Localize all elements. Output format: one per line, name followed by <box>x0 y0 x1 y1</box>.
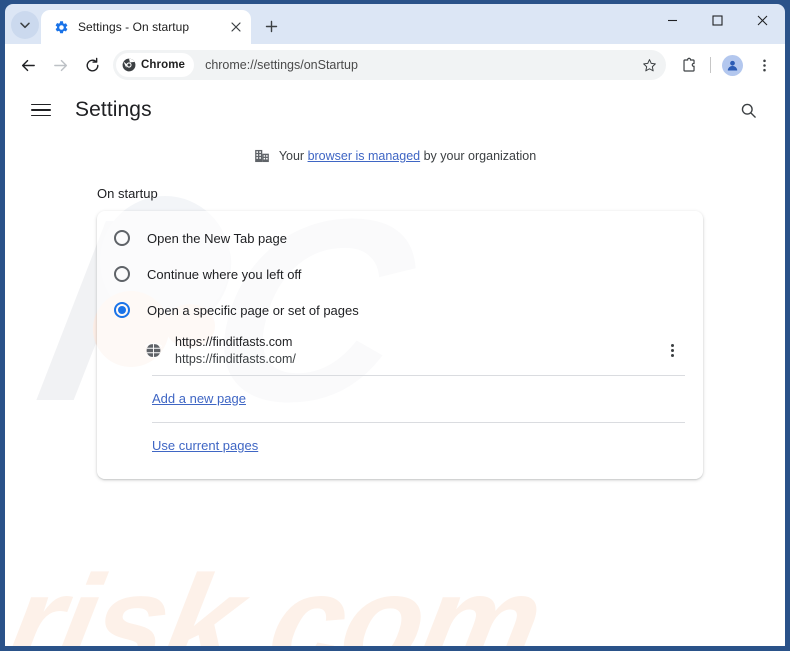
managed-prefix: Your <box>278 149 308 163</box>
address-bar[interactable]: Chrome chrome://settings/onStartup <box>113 50 666 80</box>
dot <box>670 349 674 352</box>
url-text: chrome://settings/onStartup <box>205 58 358 72</box>
radio-button[interactable] <box>114 230 130 246</box>
close-window-button[interactable] <box>740 4 785 36</box>
chrome-chip-label: Chrome <box>141 59 186 71</box>
dot <box>670 354 674 358</box>
chevron-down-icon <box>20 22 30 29</box>
star-icon <box>642 58 656 71</box>
chrome-menu-button[interactable] <box>749 50 779 80</box>
chrome-origin-chip: Chrome <box>116 53 195 77</box>
tab-close-button[interactable] <box>227 18 245 36</box>
dot <box>670 343 674 347</box>
new-tab-button[interactable] <box>257 12 285 40</box>
startup-option-label: Open a specific page or set of pages <box>147 302 359 318</box>
on-startup-card: Open the New Tab page Continue where you… <box>97 211 703 479</box>
main-menu-button[interactable] <box>31 98 55 122</box>
settings-search-button[interactable] <box>733 95 763 125</box>
profile-button[interactable] <box>717 50 747 80</box>
globe-icon <box>145 343 162 358</box>
toolbar-divider <box>710 57 711 73</box>
arrow-left-icon <box>21 59 35 71</box>
person-icon <box>727 60 737 71</box>
browser-window: Settings - On startup Chrome chrome://se… <box>0 0 790 651</box>
back-button[interactable] <box>13 50 43 80</box>
startup-option-new-tab[interactable]: Open the New Tab page <box>97 220 703 256</box>
managed-browser-notice: Your browser is managed by your organiza… <box>5 148 785 164</box>
tab-title: Settings - On startup <box>78 20 190 34</box>
managed-notice-text: Your browser is managed by your organiza… <box>279 149 536 163</box>
startup-page-title: https://finditfasts.com <box>175 335 293 349</box>
minimize-button[interactable] <box>650 4 695 36</box>
hamburger-line <box>31 103 51 106</box>
search-icon <box>741 103 756 118</box>
tab-search-button[interactable] <box>11 11 39 39</box>
startup-option-label: Continue where you left off <box>147 266 302 282</box>
tab-settings[interactable]: Settings - On startup <box>41 10 251 44</box>
extensions-button[interactable] <box>674 50 704 80</box>
add-new-page-row: Add a new page <box>97 376 703 422</box>
minimize-icon <box>668 19 677 21</box>
forward-button[interactable] <box>45 50 75 80</box>
reload-button[interactable] <box>77 50 107 80</box>
settings-page: PC risk.com Settings <box>5 86 785 646</box>
radio-button-selected[interactable] <box>114 302 130 318</box>
radio-button[interactable] <box>114 266 130 282</box>
puzzle-piece-icon <box>682 57 695 72</box>
page-title: Settings <box>75 98 152 121</box>
startup-page-texts: https://finditfasts.com https://finditfa… <box>175 335 646 366</box>
watermark-risk: risk.com <box>5 548 553 646</box>
managed-suffix: by your organization <box>420 149 537 163</box>
close-icon <box>231 22 241 32</box>
hamburger-line <box>31 114 51 117</box>
use-current-pages-row: Use current pages <box>97 423 703 469</box>
add-new-page-link[interactable]: Add a new page <box>152 391 246 406</box>
startup-page-item: https://finditfasts.com https://finditfa… <box>97 328 703 375</box>
three-dot-menu-icon <box>762 59 766 71</box>
maximize-icon <box>712 14 723 26</box>
maximize-button[interactable] <box>695 4 740 36</box>
startup-option-continue[interactable]: Continue where you left off <box>97 256 703 292</box>
gear-icon <box>55 20 68 33</box>
arrow-right-icon <box>53 59 67 71</box>
browser-toolbar: Chrome chrome://settings/onStartup <box>5 44 785 86</box>
startup-page-url: https://finditfasts.com/ <box>175 352 296 366</box>
hamburger-line <box>31 109 51 111</box>
plus-icon <box>265 20 277 32</box>
startup-page-menu-button[interactable] <box>659 338 685 364</box>
startup-option-specific-pages[interactable]: Open a specific page or set of pages <box>97 292 703 328</box>
bookmark-star-button[interactable] <box>636 52 662 78</box>
chrome-logo-icon <box>122 58 136 72</box>
managed-link[interactable]: browser is managed <box>308 149 421 163</box>
avatar <box>721 54 743 76</box>
reload-icon <box>86 57 98 71</box>
section-label-on-startup: On startup <box>97 186 158 201</box>
settings-header: Settings <box>5 86 785 134</box>
window-controls <box>650 4 785 36</box>
use-current-pages-link[interactable]: Use current pages <box>152 438 258 453</box>
close-icon <box>757 15 768 25</box>
startup-option-label: Open the New Tab page <box>147 230 287 246</box>
tab-strip: Settings - On startup <box>5 4 785 44</box>
business-building-icon <box>254 149 269 163</box>
